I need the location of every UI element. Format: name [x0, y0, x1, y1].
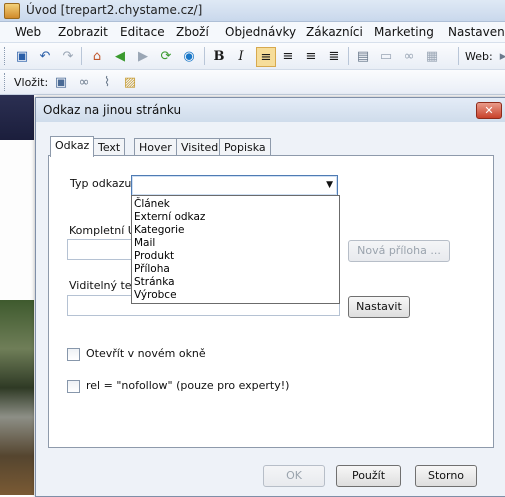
chevron-down-icon[interactable]: ▼ [326, 180, 333, 190]
link-type-dropdown: Článek Externí odkaz Kategorie Mail Prod… [131, 195, 340, 304]
align-left-icon[interactable]: ≡ [256, 47, 276, 67]
tab-hover[interactable]: Hover [134, 138, 177, 156]
dialog-titlebar[interactable]: Odkaz na jinou stránku ✕ [36, 98, 505, 122]
page-icon[interactable]: ▤ [354, 47, 372, 65]
toolbar-separator [348, 47, 349, 65]
toolbar-grip[interactable] [4, 47, 8, 65]
option-produkt[interactable]: Produkt [134, 250, 174, 262]
attachment-icon[interactable]: ⌇ [98, 73, 116, 91]
web-select-icon[interactable]: ▸ [494, 47, 505, 65]
window-titlebar: Úvod [trepart2.chystame.cz/] [0, 0, 505, 22]
toolbar-grip[interactable] [4, 73, 8, 91]
toolbar-separator [204, 47, 205, 65]
redo-icon[interactable]: ↷ [59, 47, 77, 65]
bold-icon[interactable]: B [210, 47, 228, 65]
undo-icon[interactable]: ↶ [36, 47, 54, 65]
forward-icon[interactable]: ▶ [134, 47, 152, 65]
nofollow-label: rel = "nofollow" (pouze pro experty!) [86, 379, 290, 392]
image-icon[interactable]: ▭ [377, 47, 395, 65]
ok-button[interactable]: OK [263, 465, 325, 487]
table-icon[interactable]: ▦ [423, 47, 441, 65]
full-url-label: Kompletní Ul [69, 224, 139, 237]
justify-icon[interactable]: ≣ [325, 47, 343, 65]
align-right-icon[interactable]: ≡ [302, 47, 320, 65]
open-new-window-checkbox[interactable] [67, 348, 80, 361]
page-photo [0, 300, 34, 495]
page-background [0, 140, 34, 300]
menu-objednavky[interactable]: Objednávky [225, 25, 296, 39]
insert-link-icon[interactable]: ∞ [75, 73, 93, 91]
option-stranka[interactable]: Stránka [134, 276, 175, 288]
tab-popiska[interactable]: Popiska [219, 138, 271, 156]
toolbar-separator [458, 47, 459, 65]
italic-icon[interactable]: I [232, 47, 250, 65]
new-attachment-button[interactable]: Nová příloha ... [348, 240, 450, 262]
align-center-icon[interactable]: ≡ [279, 47, 297, 65]
dialog-title: Odkaz na jinou stránku [43, 103, 182, 117]
link-dialog: Odkaz na jinou stránku ✕ Odkaz Text Hove… [35, 97, 505, 497]
tab-odkaz[interactable]: Odkaz [50, 136, 95, 157]
set-button[interactable]: Nastavit [348, 296, 410, 318]
option-mail[interactable]: Mail [134, 237, 155, 249]
open-new-window-label: Otevřít v novém okně [86, 347, 206, 360]
cancel-button[interactable]: Storno [415, 465, 477, 487]
refresh-icon[interactable]: ⟳ [157, 47, 175, 65]
menu-zakaznici[interactable]: Zákazníci [306, 25, 363, 39]
home-icon[interactable]: ⌂ [88, 47, 106, 65]
option-clanek[interactable]: Článek [134, 198, 170, 210]
insert-image-icon[interactable]: ▣ [52, 73, 70, 91]
link-type-select[interactable]: ▼ [131, 175, 338, 196]
save-icon[interactable]: ▣ [13, 47, 31, 65]
insert-note-icon[interactable]: ▨ [121, 73, 139, 91]
web-label: Web: [465, 50, 493, 63]
menu-marketing[interactable]: Marketing [374, 25, 434, 39]
link-icon[interactable]: ∞ [400, 47, 418, 65]
page-photo-top [0, 95, 34, 140]
menu-web[interactable]: Web [15, 25, 41, 39]
back-icon[interactable]: ◀ [111, 47, 129, 65]
apply-button[interactable]: Použít [336, 465, 401, 487]
menu-nastaveni[interactable]: Nastavení [448, 25, 505, 39]
option-vyrobce[interactable]: Výrobce [134, 289, 177, 301]
insert-toolbar: Vložit: ▣ ∞ ⌇ ▨ [0, 70, 505, 95]
toolbar-separator [81, 47, 82, 65]
option-externi-odkaz[interactable]: Externí odkaz [134, 211, 205, 223]
insert-label: Vložit: [14, 76, 49, 89]
tab-text[interactable]: Text [93, 138, 126, 156]
app-icon [4, 3, 20, 19]
nofollow-checkbox[interactable] [67, 380, 80, 393]
link-type-label: Typ odkazu: [70, 177, 136, 190]
formatting-toolbar: ▣ ↶ ↷ ⌂ ◀ ▶ ⟳ ◉ B I ≡ ≡ ≡ ≣ ▤ ▭ ∞ ▦ Web:… [0, 43, 505, 70]
option-kategorie[interactable]: Kategorie [134, 224, 185, 236]
menu-bar: Web Zobrazit Editace Zboží Objednávky Zá… [0, 22, 505, 43]
menu-editace[interactable]: Editace [120, 25, 165, 39]
menu-zbozi[interactable]: Zboží [176, 25, 209, 39]
menu-zobrazit[interactable]: Zobrazit [58, 25, 108, 39]
window-title: Úvod [trepart2.chystame.cz/] [26, 3, 203, 17]
tab-visited[interactable]: Visited [176, 138, 224, 156]
browser-icon[interactable]: ◉ [180, 47, 198, 65]
close-icon[interactable]: ✕ [476, 102, 502, 119]
option-priloha[interactable]: Příloha [134, 263, 170, 275]
